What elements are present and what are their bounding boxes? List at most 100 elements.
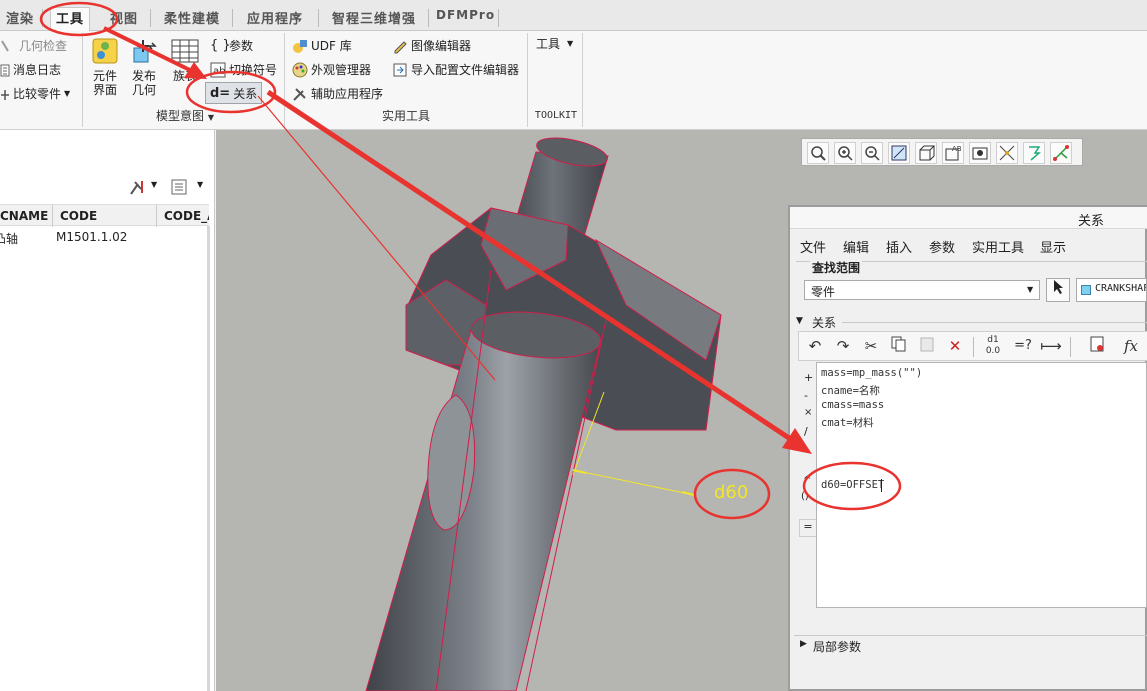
menu-insert[interactable]: 插入	[886, 237, 912, 256]
group-utilities: 实用工具	[381, 109, 430, 123]
annotation-display-icon[interactable]	[1023, 142, 1045, 164]
group-model-intent[interactable]: 模型意图 ▼	[86, 107, 284, 127]
relation-line[interactable]: d60=OFFSET	[821, 479, 884, 491]
evaluate-icon[interactable]: =?	[1012, 335, 1034, 357]
verify-icon[interactable]	[1086, 335, 1108, 357]
tab-flex-modeling[interactable]: 柔性建模	[158, 8, 226, 30]
saved-orientations-icon[interactable]	[915, 142, 937, 164]
group-toolkit: TOOLKIT	[534, 110, 578, 121]
pencil-icon	[392, 38, 408, 54]
function-icon[interactable]: fx	[1120, 335, 1142, 357]
col-cname[interactable]: CNAME	[0, 209, 48, 223]
redo-icon[interactable]: ↷	[832, 335, 854, 357]
repaint-icon[interactable]	[888, 142, 910, 164]
compare-icon	[0, 86, 10, 102]
log-icon	[0, 62, 10, 78]
view-toolbar: AB	[801, 138, 1083, 166]
datum-display-icon[interactable]	[996, 142, 1018, 164]
expand-triangle-icon[interactable]: ▶	[800, 639, 807, 649]
geom-check-button[interactable]: 几何检查	[0, 37, 67, 54]
puzzle-icon	[90, 36, 120, 66]
tools-icon	[292, 86, 308, 102]
tree-header: CNAME CODE CODE_A	[0, 204, 209, 227]
table-row[interactable]: 凸轴 M1501.1.02	[0, 228, 209, 248]
tree-settings-icon[interactable]	[128, 178, 148, 196]
params-button[interactable]: { } 参数	[210, 37, 253, 54]
text-cursor	[881, 479, 882, 492]
paste-icon[interactable]	[916, 335, 938, 357]
aux-apps-button[interactable]: 辅助应用程序	[292, 85, 383, 102]
compare-parts-button[interactable]: 比较零件 ▼	[0, 85, 70, 102]
op-parens[interactable]: ()	[801, 491, 809, 502]
view-manager-icon[interactable]: AB	[942, 142, 964, 164]
display-style-icon[interactable]	[969, 142, 991, 164]
tab-applications[interactable]: 应用程序	[240, 8, 310, 30]
op-minus[interactable]: -	[804, 389, 808, 402]
find-scope-label: 查找范围	[810, 259, 863, 276]
op-divide[interactable]: /	[804, 425, 808, 438]
zoom-out-icon[interactable]	[861, 142, 883, 164]
op-power[interactable]: ^	[803, 475, 811, 486]
menu-display[interactable]: 显示	[1040, 237, 1066, 256]
palette-icon	[292, 62, 308, 78]
dialog-titlebar[interactable]: 关系	[790, 207, 1147, 229]
collapse-triangle-icon[interactable]: ▼	[796, 316, 803, 326]
col-code-a[interactable]: CODE_A	[164, 209, 209, 223]
table-icon	[170, 36, 200, 66]
publish-geometry-button[interactable]: 发布 几何	[127, 36, 161, 97]
import-config-editor-button[interactable]: 导入配置文件编辑器	[392, 61, 519, 78]
element-ui-button[interactable]: 元件 界面	[88, 36, 122, 97]
op-plus[interactable]: +	[804, 371, 813, 384]
publish-geometry-icon	[129, 36, 159, 66]
family-table-button[interactable]: 族表	[168, 36, 202, 83]
tree-filter-icon[interactable]	[170, 178, 190, 196]
select-pointer-icon[interactable]	[1046, 278, 1070, 302]
refit-icon[interactable]	[807, 142, 829, 164]
menu-edit[interactable]: 编辑	[843, 237, 869, 256]
dimension-icon[interactable]: ⟼	[1040, 335, 1062, 357]
image-editor-button[interactable]: 图像编辑器	[392, 37, 471, 54]
relation-line[interactable]: cmat=材料	[821, 415, 874, 430]
geom-check-icon	[0, 38, 16, 54]
col-code[interactable]: CODE	[60, 209, 97, 223]
udf-library-button[interactable]: UDF 库	[292, 37, 352, 54]
import-config-icon	[392, 62, 408, 78]
tab-tools[interactable]: 工具	[50, 7, 90, 31]
dimension-label[interactable]: d60	[714, 482, 748, 503]
relation-line[interactable]: mass=mp_mass("")	[821, 367, 922, 379]
op-multiply[interactable]: ×	[804, 407, 812, 418]
zoom-in-icon[interactable]	[834, 142, 856, 164]
appearance-manager-button[interactable]: 外观管理器	[292, 61, 371, 78]
local-params-label[interactable]: 局部参数	[813, 638, 861, 655]
op-equals[interactable]: =	[799, 519, 817, 537]
tab-smart3d[interactable]: 智程三维增强	[324, 8, 424, 30]
cut-icon[interactable]: ✂	[860, 335, 882, 357]
dialog-title: 关系	[1078, 214, 1105, 229]
svg-text:AB: AB	[952, 145, 962, 153]
tab-view[interactable]: 视图	[104, 8, 144, 30]
tab-render[interactable]: 渲染	[2, 8, 38, 30]
chevron-down-icon[interactable]: ▼	[197, 180, 203, 189]
menu-utilities[interactable]: 实用工具	[972, 237, 1024, 256]
chevron-down-icon: ▼	[567, 39, 574, 48]
switch-symbol-button[interactable]: ab 切换符号	[210, 61, 277, 78]
spin-center-icon[interactable]	[1050, 142, 1072, 164]
tools-dropdown[interactable]: 工具 ▼	[536, 35, 573, 52]
undo-icon[interactable]: ↶	[804, 335, 826, 357]
sort-icon[interactable]: d1 0.0	[982, 335, 1004, 357]
delete-icon[interactable]: ✕	[944, 335, 966, 357]
tree-scrollbar[interactable]	[207, 226, 210, 691]
tab-dfmpro[interactable]: DFMPro	[436, 8, 494, 30]
menu-params[interactable]: 参数	[929, 237, 955, 256]
relations-editor[interactable]: mass=mp_mass("") cname=名称 cmass=mass cma…	[816, 362, 1147, 608]
relation-line[interactable]: cname=名称	[821, 383, 880, 398]
copy-icon[interactable]	[888, 335, 910, 357]
chevron-down-icon[interactable]: ▼	[151, 180, 157, 189]
svg-text:ab: ab	[213, 66, 225, 77]
relations-button[interactable]: d= 关系	[205, 82, 263, 104]
relation-line[interactable]: cmass=mass	[821, 399, 884, 411]
message-log-button[interactable]: 消息日志	[0, 61, 61, 78]
scope-select[interactable]: 零件 ▼	[804, 280, 1040, 300]
menu-file[interactable]: 文件	[800, 237, 826, 256]
model-name-field[interactable]: CRANKSHAF	[1076, 278, 1147, 302]
